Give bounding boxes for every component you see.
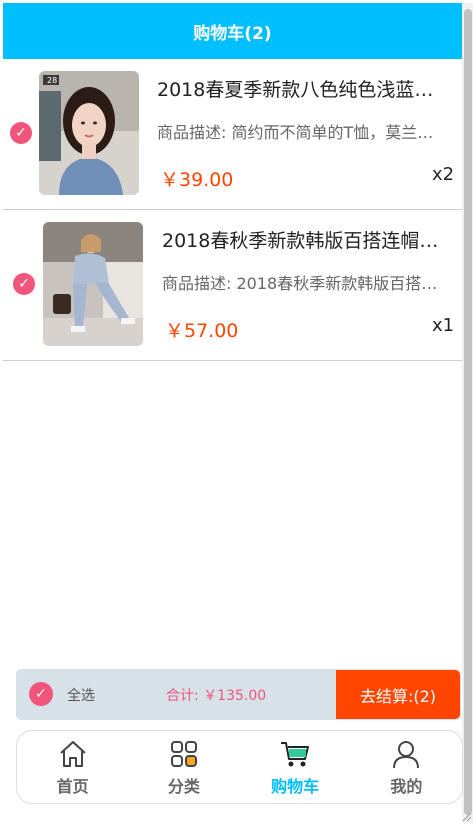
total-amount: 合计: ￥135.00 bbox=[166, 688, 267, 704]
resize-handle-icon[interactable] bbox=[460, 810, 472, 822]
product-photo-1: 28 bbox=[39, 71, 139, 195]
select-all-label[interactable]: 全选 bbox=[67, 685, 95, 705]
select-all-check-icon[interactable]: ✓ bbox=[29, 682, 53, 706]
scrollbar[interactable] bbox=[462, 3, 473, 823]
bottom-tab-bar: 首页 分类 购物车 我的 bbox=[16, 730, 463, 804]
cart-icon bbox=[281, 741, 310, 766]
product-photo-2 bbox=[43, 222, 143, 346]
check-icon[interactable]: ✓ bbox=[10, 122, 32, 144]
product-title[interactable]: 2018春夏季新款八色纯色浅蓝色T恤 bbox=[157, 75, 444, 102]
tab-category[interactable]: 分类 bbox=[128, 731, 239, 803]
home-icon bbox=[59, 740, 86, 767]
product-image[interactable]: 28 bbox=[39, 71, 139, 195]
cart-item: ✓ 28 2018春夏季新款八色纯色浅蓝色T恤 商品描述: 简约而不简单的T恤，… bbox=[3, 59, 462, 210]
product-quantity: x2 bbox=[432, 164, 455, 185]
grid-icon bbox=[170, 740, 197, 767]
scrollbar-thumb[interactable] bbox=[464, 9, 472, 815]
product-title[interactable]: 2018春秋季新款韩版百搭连帽卫衣套装 bbox=[162, 226, 445, 253]
page-header: 购物车(2) bbox=[3, 3, 462, 59]
cart-list: ✓ 28 2018春夏季新款八色纯色浅蓝色T恤 商品描述: 简约而不简单的T恤，… bbox=[3, 59, 462, 361]
tab-label: 购物车 bbox=[271, 776, 320, 796]
check-icon[interactable]: ✓ bbox=[13, 273, 35, 295]
checkout-button[interactable]: 去结算:(2) bbox=[336, 670, 460, 719]
app-frame: 购物车(2) ✓ 28 2018春夏季新款八色纯色浅蓝色T恤 商品描述: 简约而… bbox=[0, 0, 476, 826]
user-icon bbox=[393, 740, 420, 768]
product-description: 商品描述: 简约而不简单的T恤，莫兰迪色系 bbox=[157, 123, 444, 142]
tab-label: 首页 bbox=[56, 776, 89, 796]
product-image[interactable] bbox=[43, 222, 143, 346]
cart-item: ✓ 2018春秋季新款韩版百搭连帽卫衣套装 商品 bbox=[3, 210, 462, 361]
tab-label: 我的 bbox=[390, 776, 423, 796]
product-quantity: x1 bbox=[432, 315, 455, 336]
tab-profile[interactable]: 我的 bbox=[351, 731, 462, 803]
product-price: ￥57.00 bbox=[165, 320, 239, 342]
tab-cart[interactable]: 购物车 bbox=[240, 731, 351, 803]
checkout-bar: ✓ 全选 合计: ￥135.00 去结算:(2) bbox=[16, 669, 461, 720]
product-description: 商品描述: 2018春秋季新款韩版百搭休闲套装 bbox=[162, 274, 445, 293]
tab-home[interactable]: 首页 bbox=[17, 731, 128, 803]
svg-text:28: 28 bbox=[47, 76, 57, 85]
page-title: 购物车(2) bbox=[193, 23, 272, 44]
tab-label: 分类 bbox=[167, 776, 200, 796]
product-price: ￥39.00 bbox=[160, 169, 234, 191]
